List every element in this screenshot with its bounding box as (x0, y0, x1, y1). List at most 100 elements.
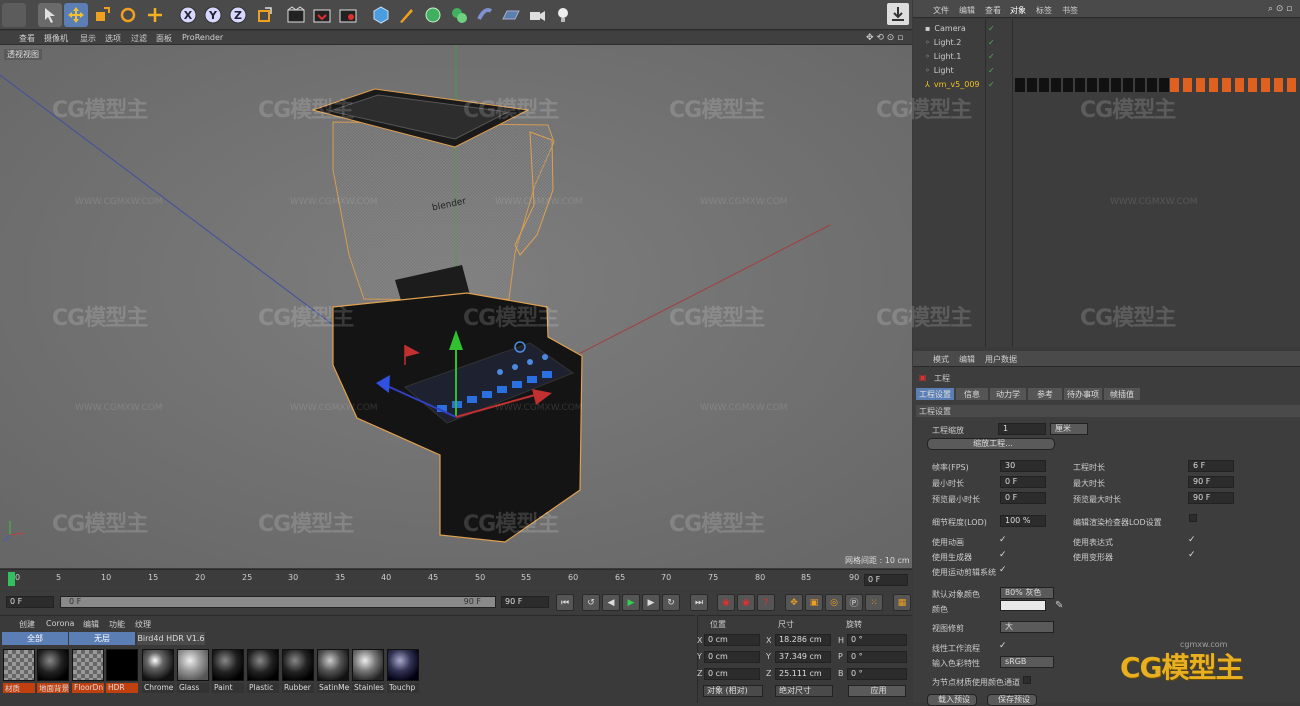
rotation-b-field[interactable]: 0 ° (847, 668, 907, 680)
light-icon[interactable] (551, 3, 575, 27)
material-item[interactable]: HDR (106, 649, 138, 693)
y-axis-icon[interactable]: Y (201, 3, 225, 27)
timeline-icon[interactable]: ▦ (893, 594, 911, 611)
material-item[interactable]: Touchp (387, 649, 419, 693)
tab-info[interactable]: 信息 (956, 388, 988, 400)
position-x-field[interactable]: 0 cm (704, 634, 760, 646)
use-motion-checkbox[interactable]: ✓ (999, 565, 1007, 575)
use-animation-checkbox[interactable]: ✓ (999, 535, 1007, 545)
next-key-icon[interactable]: ↻ (662, 594, 680, 611)
last-frame-icon[interactable]: ⏭ (690, 594, 708, 611)
tab-reference[interactable]: 参考 (1028, 388, 1062, 400)
mat-filter-bird4d[interactable]: Bird4d HDR V1.6 (137, 632, 205, 645)
frame-range-slider[interactable]: 0 F 90 F (60, 596, 496, 608)
size-z-field[interactable]: 25.111 cm (775, 668, 831, 680)
auto-key-icon[interactable]: ◉ (737, 594, 755, 611)
end-frame-field[interactable]: 90 F (501, 596, 549, 608)
next-frame-icon[interactable]: ▶ (642, 594, 660, 611)
prev-frame-icon[interactable]: ◀ (602, 594, 620, 611)
position-z-field[interactable]: 0 cm (704, 668, 760, 680)
scale-field[interactable]: 1 (998, 423, 1046, 435)
cube-icon[interactable] (369, 3, 393, 27)
material-item[interactable]: Paint (212, 649, 244, 693)
prev-key-icon[interactable]: ↺ (582, 594, 600, 611)
undo-icon[interactable] (2, 3, 26, 27)
obj-menu-bookmark[interactable]: 书签 (1062, 5, 1078, 16)
visibility-checks[interactable]: ✓ ✓ ✓ ✓ ✓ (988, 22, 1010, 92)
key-pla-icon[interactable]: ⁙ (865, 594, 883, 611)
position-y-field[interactable]: 0 cm (704, 651, 760, 663)
z-axis-icon[interactable]: Z (226, 3, 250, 27)
menu-options[interactable]: 选项 (105, 33, 121, 44)
material-item[interactable]: Rubber (282, 649, 314, 693)
menu-display[interactable]: 显示 (80, 33, 96, 44)
rotate-tool-icon[interactable] (116, 3, 140, 27)
preview-max-field[interactable]: 90 F (1188, 492, 1234, 504)
size-y-field[interactable]: 37.349 cm (775, 651, 831, 663)
camera-icon[interactable] (525, 3, 549, 27)
rotation-h-field[interactable]: 0 ° (847, 634, 907, 646)
mat-filter-all[interactable]: 全部 (2, 632, 68, 645)
attr-menu-userdata[interactable]: 用户数据 (985, 354, 1017, 365)
material-item[interactable]: SatinMe (317, 649, 349, 693)
object-row-light1[interactable]: ◦ Light.1 (925, 50, 961, 63)
save-preset-button[interactable]: 保存预设 (987, 694, 1037, 706)
apply-button[interactable]: 应用 (848, 685, 906, 697)
material-item[interactable]: Chrome (142, 649, 174, 693)
fps-field[interactable]: 30 (1000, 460, 1046, 472)
deformer-icon[interactable] (473, 3, 497, 27)
material-item[interactable]: FloorDn (72, 649, 104, 693)
scale-unit-dropdown[interactable]: 厘米 (1050, 423, 1088, 435)
key-parameter-icon[interactable]: Ⓟ (845, 594, 863, 611)
attr-menu-mode[interactable]: 模式 (933, 354, 949, 365)
live-select-icon[interactable] (143, 3, 167, 27)
move-tool-icon[interactable] (64, 3, 88, 27)
use-generator-checkbox[interactable]: ✓ (999, 550, 1007, 560)
mat-menu-texture[interactable]: 纹理 (135, 619, 151, 630)
mat-menu-edit[interactable]: 编辑 (83, 619, 99, 630)
mat-menu-corona[interactable]: Corona (46, 619, 74, 628)
obj-menu-object[interactable]: 对象 (1010, 5, 1026, 16)
obj-menu-view[interactable]: 查看 (985, 5, 1001, 16)
mat-menu-create[interactable]: 创建 (19, 619, 35, 630)
linear-workflow-checkbox[interactable]: ✓ (999, 641, 1007, 651)
lod-field[interactable]: 100 % (1000, 515, 1046, 527)
mat-filter-nolayer[interactable]: 无层 (69, 632, 135, 645)
menu-prorender[interactable]: ProRender (182, 33, 223, 42)
pen-icon[interactable] (395, 3, 419, 27)
object-row-vm[interactable]: ⅄ vm_v5_009 (925, 78, 980, 91)
key-position-icon[interactable]: ✥ (785, 594, 803, 611)
coords-mode-dropdown[interactable]: 对象 (相对) (703, 685, 763, 697)
menu-view[interactable]: 查看 (19, 33, 35, 44)
record-icon[interactable]: ◉ (717, 594, 735, 611)
scale-project-button[interactable]: 缩放工程... (927, 438, 1055, 450)
eyedropper-icon[interactable]: ✎ (1055, 600, 1063, 611)
rotation-p-field[interactable]: 0 ° (847, 651, 907, 663)
export-icon[interactable] (887, 3, 909, 25)
tab-dynamics[interactable]: 动力学 (990, 388, 1026, 400)
max-time-field[interactable]: 90 F (1188, 476, 1234, 488)
obj-menu-tag[interactable]: 标签 (1036, 5, 1052, 16)
input-color-dropdown[interactable]: sRGB (1000, 656, 1054, 668)
node-material-checkbox[interactable] (1023, 676, 1031, 684)
menu-filter[interactable]: 过滤 (131, 33, 147, 44)
timeline-ruler[interactable]: 0 5 10 15 20 25 30 35 40 45 50 55 60 65 … (0, 569, 912, 591)
first-frame-icon[interactable]: ⏮ (556, 594, 574, 611)
material-item[interactable]: 材质 (3, 649, 35, 693)
material-item[interactable]: Stainles (352, 649, 384, 693)
subdivision-icon[interactable] (421, 3, 445, 27)
tab-interpolation[interactable]: 帧插值 (1104, 388, 1140, 400)
tab-todo[interactable]: 待办事项 (1064, 388, 1102, 400)
material-item[interactable]: 地面背景 (37, 649, 69, 693)
scale-tool-icon[interactable] (90, 3, 114, 27)
keyframe-selection-icon[interactable]: ? (757, 594, 775, 611)
start-frame-field[interactable]: 0 F (6, 596, 54, 608)
coordinate-system-icon[interactable] (253, 3, 277, 27)
color-swatch[interactable] (1000, 600, 1046, 611)
size-x-field[interactable]: 18.286 cm (775, 634, 831, 646)
play-icon[interactable]: ▶ (622, 594, 640, 611)
object-color-dropdown[interactable]: 80% 灰色 (1000, 587, 1054, 599)
current-frame-field[interactable]: 0 F (864, 574, 908, 586)
object-row-light[interactable]: ◦ Light (925, 64, 954, 77)
obj-nav-icons[interactable]: ⌕ ⊙ ▫ (1268, 4, 1292, 14)
